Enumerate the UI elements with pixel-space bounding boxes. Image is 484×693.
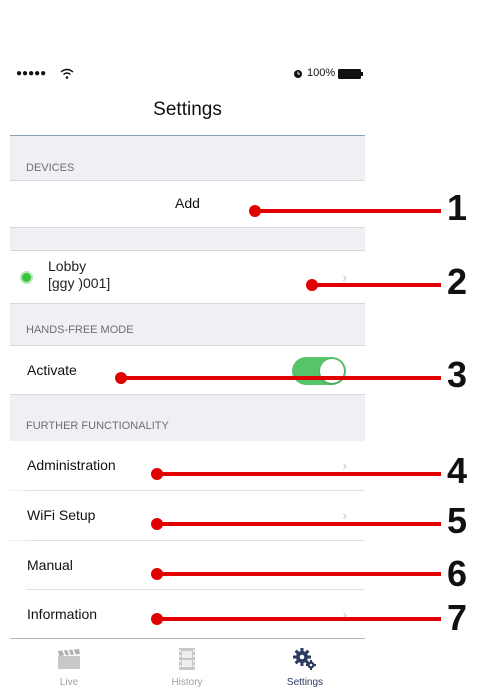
- tab-live[interactable]: Live: [10, 639, 128, 693]
- callout-line: [157, 472, 441, 476]
- callout-number-5: 5: [447, 500, 468, 541]
- devices-section-header: DEVICES: [26, 162, 75, 174]
- callout-number-4: 4: [447, 450, 468, 491]
- hands-free-toggle[interactable]: [292, 357, 346, 385]
- callout-line: [157, 572, 441, 576]
- menu-item-label: WiFi Setup: [27, 507, 96, 523]
- callout-number-7: 7: [447, 597, 468, 638]
- film-strip-icon: [179, 648, 195, 670]
- callout-number-2: 2: [447, 261, 468, 302]
- navigation-bar: Settings: [10, 96, 365, 136]
- callout-line: [255, 209, 441, 213]
- tab-settings[interactable]: Settings: [246, 639, 364, 693]
- tab-history[interactable]: History: [128, 639, 246, 693]
- callout-line: [157, 522, 441, 526]
- callout-number-6: 6: [447, 553, 468, 594]
- callout-number-3: 3: [447, 354, 468, 395]
- tab-label: Settings: [286, 677, 324, 688]
- add-device-button[interactable]: Add: [10, 180, 365, 228]
- menu-item-label: Manual: [27, 557, 73, 573]
- activate-row: Activate: [10, 345, 365, 395]
- device-online-indicator: [20, 271, 33, 284]
- callout-line: [121, 376, 441, 380]
- menu-item-information[interactable]: Information ›: [10, 590, 365, 639]
- page-title: Settings: [153, 99, 222, 120]
- further-functionality-section-header: FURTHER FUNCTIONALITY: [26, 420, 169, 432]
- hands-free-section-header: HANDS-FREE MODE: [26, 324, 134, 336]
- tab-label: Live: [59, 677, 79, 688]
- tab-label: History: [171, 677, 203, 688]
- activate-label: Activate: [27, 362, 77, 378]
- menu-item-label: Administration: [27, 457, 116, 473]
- chevron-right-icon: ›: [342, 457, 347, 473]
- menu-item-label: Information: [27, 606, 98, 622]
- device-id: [ggy )001]: [48, 275, 111, 291]
- signal-strength: ●●●●●: [16, 68, 47, 79]
- chevron-right-icon: ›: [342, 507, 347, 523]
- gears-icon: [293, 648, 316, 670]
- menu-item-manual[interactable]: Manual: [10, 541, 365, 590]
- clapperboard-icon: [58, 649, 80, 669]
- callout-line: [157, 617, 441, 621]
- menu-item-wifi-setup[interactable]: WiFi Setup ›: [10, 491, 365, 540]
- battery-icon: [338, 69, 363, 79]
- status-bar: ●●●●● 100%: [10, 60, 365, 96]
- device-name: Lobby: [48, 258, 87, 274]
- device-row-lobby[interactable]: Lobby [ggy )001] ›: [10, 250, 365, 304]
- callout-line: [312, 283, 441, 287]
- wifi-icon: [60, 68, 74, 79]
- alarm-icon: [294, 70, 302, 78]
- menu-item-administration[interactable]: Administration ›: [10, 441, 365, 490]
- battery-percentage: 100%: [307, 67, 336, 79]
- callout-number-1: 1: [447, 187, 468, 228]
- tab-bar: Live History Settings: [10, 638, 365, 693]
